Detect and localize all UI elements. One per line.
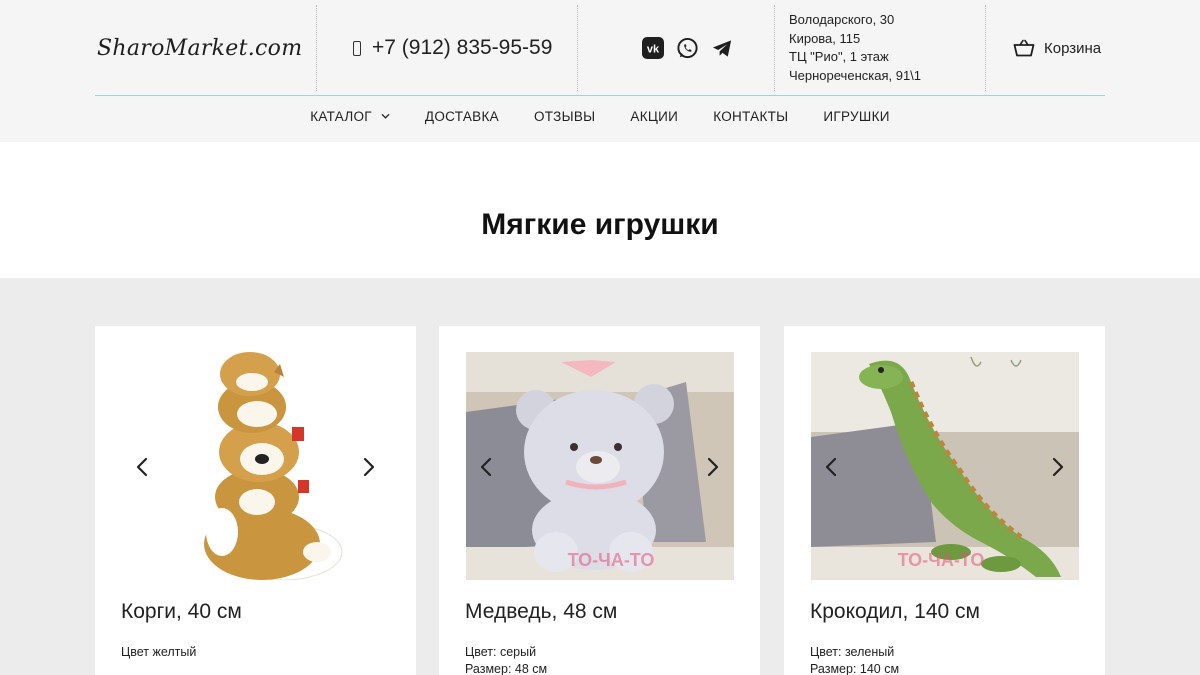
phone-number: +7 (912) 835-95-59: [372, 36, 553, 59]
social-links: vk: [641, 5, 741, 91]
address-line: ТЦ "Рио", 1 этаж: [789, 49, 889, 64]
product-card[interactable]: ТО-ЧА-ТО Крокодил, 140 см Цвет: зеленый …: [784, 326, 1105, 675]
carousel-prev-arrow[interactable]: [478, 456, 494, 478]
nav-item-promotions[interactable]: АКЦИИ: [630, 109, 678, 124]
product-spec: Цвет желтый: [121, 645, 197, 659]
watermark-logo: ТО-ЧА-ТО: [898, 550, 985, 570]
product-image[interactable]: ТО-ЧА-ТО: [811, 352, 1079, 580]
product-spec: Цвет: серый: [465, 645, 537, 659]
nav-item-reviews[interactable]: ОТЗЫВЫ: [534, 109, 595, 124]
product-name[interactable]: Медведь, 48 см: [465, 600, 617, 624]
site-logo[interactable]: SharoMarket.com: [97, 5, 317, 91]
product-description: Цвет: зеленый Размер: 140 см: [810, 644, 899, 675]
product-image[interactable]: [122, 352, 390, 580]
product-name[interactable]: Крокодил, 140 см: [810, 600, 980, 624]
nav-item-toys[interactable]: ИГРУШКИ: [823, 109, 889, 124]
address-line: Кирова, 115: [789, 30, 861, 46]
header-divider: [577, 5, 578, 91]
product-description: Цвет: серый Размер: 48 см: [465, 644, 547, 675]
whatsapp-icon[interactable]: [676, 37, 699, 60]
header-row: SharoMarket.com +7 (912) 835-95-59 vk Во…: [95, 5, 1105, 91]
basket-icon: [1013, 39, 1035, 57]
product-card[interactable]: ТО-ЧА-ТО Медведь, 48 см Цвет: серый Разм…: [439, 326, 760, 675]
watermark-logo: ТО-ЧА-ТО: [568, 550, 655, 570]
telegram-icon[interactable]: [711, 37, 734, 60]
nav-item-contacts[interactable]: КОНТАКТЫ: [713, 109, 788, 124]
carousel-prev-arrow[interactable]: [134, 456, 150, 478]
header-separator: [95, 95, 1105, 96]
product-description: Цвет желтый: [121, 644, 196, 661]
product-card[interactable]: Корги, 40 см Цвет желтый: [95, 326, 416, 675]
address-line: Володарского, 30: [789, 12, 895, 27]
nav-item-catalog[interactable]: КАТАЛОГ: [310, 109, 390, 124]
header-divider: [774, 5, 775, 91]
carousel-next-arrow[interactable]: [1050, 456, 1066, 478]
products-section: Корги, 40 см Цвет желтый ТО-ЧА-ТО Медвед…: [0, 278, 1200, 675]
chevron-down-icon: [381, 113, 390, 119]
product-image[interactable]: ТО-ЧА-ТО: [466, 352, 734, 580]
svg-text:vk: vk: [646, 44, 659, 56]
nav-item-delivery[interactable]: ДОСТАВКА: [425, 109, 499, 124]
product-name[interactable]: Корги, 40 см: [121, 600, 242, 624]
main-nav: КАТАЛОГ ДОСТАВКА ОТЗЫВЫ АКЦИИ КОНТАКТЫ И…: [0, 106, 1200, 126]
cart-button[interactable]: Корзина: [1013, 5, 1113, 91]
product-spec: Размер: 140 см: [810, 662, 900, 675]
site-header: SharoMarket.com +7 (912) 835-95-59 vk Во…: [0, 0, 1200, 142]
phone-icon: [353, 40, 361, 56]
header-divider: [985, 5, 986, 91]
product-spec: Размер: 48 см: [465, 662, 548, 675]
product-spec: Цвет: зеленый: [810, 645, 895, 659]
cart-label: Корзина: [1044, 39, 1102, 57]
carousel-next-arrow[interactable]: [705, 456, 721, 478]
store-addresses: Володарского, 30 Кирова, 115 ТЦ "Рио", 1…: [789, 5, 979, 91]
carousel-next-arrow[interactable]: [361, 456, 377, 478]
carousel-prev-arrow[interactable]: [823, 456, 839, 478]
nav-label: КАТАЛОГ: [310, 108, 372, 124]
address-line: Чернореченская, 91\1: [789, 67, 922, 83]
phone-link[interactable]: +7 (912) 835-95-59: [353, 5, 583, 91]
page-title: Мягкие игрушки: [481, 208, 719, 241]
vk-icon[interactable]: vk: [641, 37, 664, 60]
header-divider: [316, 5, 317, 91]
